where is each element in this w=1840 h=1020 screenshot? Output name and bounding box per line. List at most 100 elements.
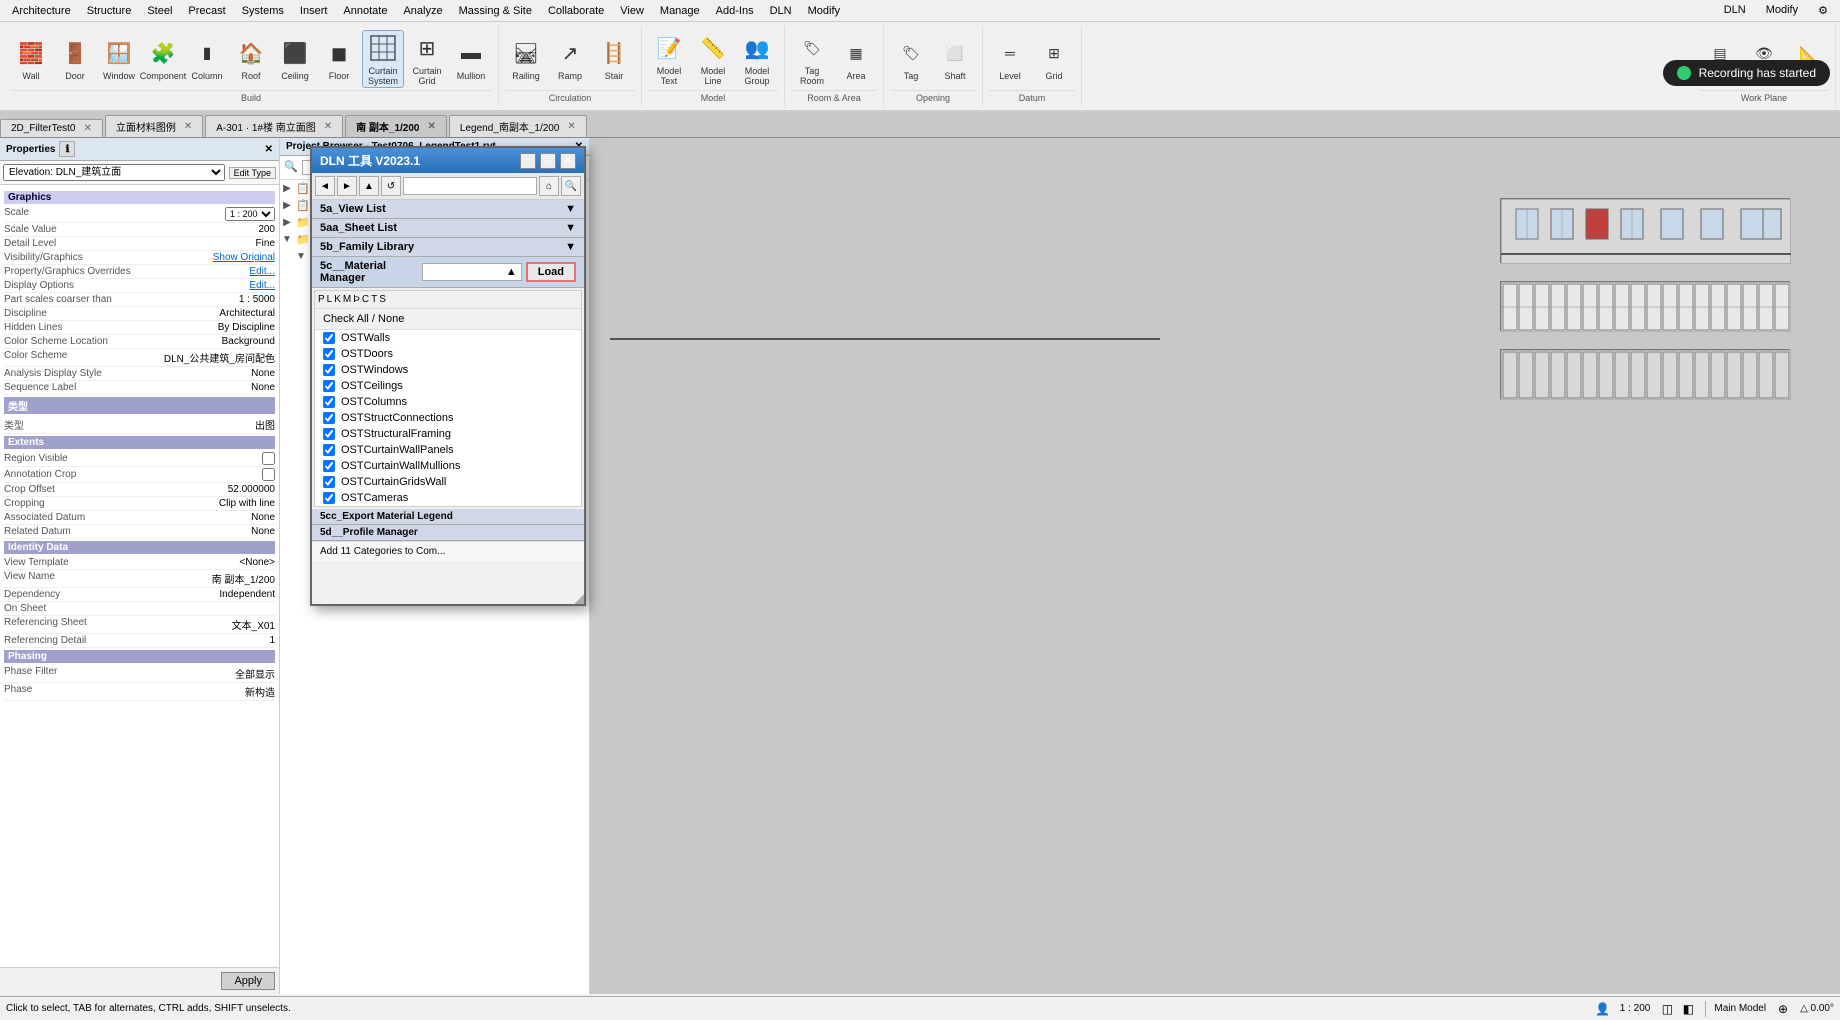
menu-systems[interactable]: Systems <box>234 3 292 19</box>
load-button[interactable]: Load <box>526 262 576 282</box>
menu-manage[interactable]: Manage <box>652 3 708 19</box>
wireframe-btn[interactable]: ◫ <box>1658 1000 1676 1018</box>
view-type-select[interactable]: Elevation: DLN_建筑立面 <box>3 164 225 181</box>
tab-a301[interactable]: A-301 · 1#楼 南立面图 ✕ <box>205 115 343 137</box>
ribbon-btn-model-line[interactable]: 📏 Model Line <box>692 30 734 88</box>
cb-ostwalls[interactable] <box>323 332 335 344</box>
section-export-legend[interactable]: 5cc_Export Material Legend <box>312 509 584 525</box>
material-manager-select[interactable]: ▲ <box>422 263 522 281</box>
menu-modify[interactable]: Modify <box>800 3 848 19</box>
ribbon-btn-railing[interactable]: 🛤 Railing <box>505 30 547 88</box>
apply-btn[interactable]: Apply <box>221 972 275 990</box>
dialog-minimize-btn[interactable]: ─ <box>520 153 536 169</box>
tab-legend[interactable]: Legend_南副本_1/200 ✕ <box>449 115 587 137</box>
section-material-manager[interactable]: 5c__Material Manager ▲ Load <box>312 257 584 288</box>
dialog-maximize-btn[interactable]: □ <box>540 153 556 169</box>
ribbon-btn-tag-room[interactable]: 🏷 Tag Room <box>791 30 833 88</box>
tab-a301-close[interactable]: ✕ <box>324 121 332 132</box>
tab-2d-filter[interactable]: 2D_FilterTest0 ✕ <box>0 119 103 137</box>
ribbon-btn-grid[interactable]: ⊞ Grid <box>1033 30 1075 88</box>
ribbon-btn-stair[interactable]: 🪜 Stair <box>593 30 635 88</box>
edit-type-btn[interactable]: Edit Type <box>229 167 276 179</box>
ribbon-btn-level[interactable]: ═ Level <box>989 30 1031 88</box>
tab-legend-close[interactable]: ✕ <box>567 121 575 132</box>
ribbon-btn-mullion[interactable]: ▬ Mullion <box>450 30 492 88</box>
nav-wheel-icon[interactable]: ⊕ <box>1774 1000 1792 1018</box>
annotation-crop-cb[interactable] <box>262 468 275 481</box>
ribbon-btn-tag[interactable]: 🏷 Tag <box>890 30 932 88</box>
cb-ostceilings[interactable] <box>323 380 335 392</box>
tab-2d-filter-close[interactable]: ✕ <box>83 123 91 134</box>
cb-ostcameras[interactable] <box>323 492 335 504</box>
section-profile-manager[interactable]: 5d__Profile Manager <box>312 525 584 541</box>
display-options-val[interactable]: Edit... <box>249 280 275 291</box>
menu-modify2[interactable]: Modify <box>1758 2 1806 19</box>
graphics-overrides-val[interactable]: Edit... <box>249 266 275 277</box>
dialog-resize-handle[interactable] <box>574 594 584 604</box>
ribbon-btn-ramp[interactable]: ↗ Ramp <box>549 30 591 88</box>
cb-ostcurtaingridswall[interactable] <box>323 476 335 488</box>
menu-dln2[interactable]: DLN <box>1716 2 1754 19</box>
dropdown-item-ostcolumns[interactable]: OSTColumns <box>315 394 581 410</box>
menu-addins[interactable]: Add-Ins <box>708 3 762 19</box>
dropdown-item-ostcameras[interactable]: OSTCameras <box>315 490 581 506</box>
menu-architecture[interactable]: Architecture <box>4 3 79 19</box>
menu-settings-icon[interactable]: ⚙ <box>1810 2 1836 19</box>
cb-ostwindows[interactable] <box>323 364 335 376</box>
cb-ostcurtainwallmullions[interactable] <box>323 460 335 472</box>
tab-facade-material-close[interactable]: ✕ <box>184 121 192 132</box>
properties-info-btn[interactable]: ℹ <box>59 141 75 157</box>
dialog-tb-search[interactable]: 🔍 <box>561 176 581 196</box>
region-visible-cb[interactable] <box>262 452 275 465</box>
hidden-line-btn[interactable]: ◧ <box>1679 1000 1697 1018</box>
tab-facade-material[interactable]: 立面材料图例 ✕ <box>105 115 203 137</box>
ribbon-btn-model-text[interactable]: 📝 Model Text <box>648 30 690 88</box>
tab-south-copy-close[interactable]: ✕ <box>428 121 436 132</box>
dialog-tb-forward[interactable]: ► <box>337 176 357 196</box>
dropdown-item-ostcurtaingridswall[interactable]: OSTCurtainGridsWall <box>315 474 581 490</box>
dropdown-item-ostceilings[interactable]: OSTCeilings <box>315 378 581 394</box>
dropdown-item-ostdoors[interactable]: OSTDoors <box>315 346 581 362</box>
ribbon-btn-curtain-grid[interactable]: ⊞ Curtain Grid <box>406 30 448 88</box>
dialog-tb-home[interactable]: ⌂ <box>539 176 559 196</box>
ribbon-btn-curtain-system[interactable]: Curtain System <box>362 30 404 88</box>
menu-insert[interactable]: Insert <box>292 3 336 19</box>
menu-view[interactable]: View <box>612 3 652 19</box>
dropdown-item-ostcurtainwallpanels[interactable]: OSTCurtainWallPanels <box>315 442 581 458</box>
dialog-tb-up[interactable]: ▲ <box>359 176 379 196</box>
check-all-none-btn[interactable]: Check All / None <box>315 309 581 330</box>
ribbon-btn-window[interactable]: 🪟 Window <box>98 30 140 88</box>
cb-oststructconn[interactable] <box>323 412 335 424</box>
dropdown-item-oststructframing[interactable]: OSTStructuralFraming <box>315 426 581 442</box>
menu-massing[interactable]: Massing & Site <box>451 3 540 19</box>
cb-ostcurtainwallpanels[interactable] <box>323 444 335 456</box>
cb-oststructframing[interactable] <box>323 428 335 440</box>
ribbon-btn-shaft[interactable]: ⬜ Shaft <box>934 30 976 88</box>
ribbon-btn-column[interactable]: ▮ Column <box>186 30 228 88</box>
menu-annotate[interactable]: Annotate <box>335 3 395 19</box>
dropdown-item-ostwalls[interactable]: OSTWalls <box>315 330 581 346</box>
menu-precast[interactable]: Precast <box>180 3 233 19</box>
section-sheet-list[interactable]: 5aa_Sheet List ▼ <box>312 219 584 238</box>
dropdown-item-ostwindows[interactable]: OSTWindows <box>315 362 581 378</box>
ribbon-btn-floor[interactable]: ◼ Floor <box>318 30 360 88</box>
section-view-list[interactable]: 5a_View List ▼ <box>312 200 584 219</box>
menu-dln[interactable]: DLN <box>762 3 800 19</box>
section-family-library[interactable]: 5b_Family Library ▼ <box>312 238 584 257</box>
ribbon-btn-door[interactable]: 🚪 Door <box>54 30 96 88</box>
ribbon-btn-model-group[interactable]: 👥 Model Group <box>736 30 778 88</box>
ribbon-btn-component[interactable]: 🧩 Component <box>142 30 184 88</box>
menu-collaborate[interactable]: Collaborate <box>540 3 612 19</box>
cb-ostdoors[interactable] <box>323 348 335 360</box>
dropdown-item-oststructconn[interactable]: OSTStructConnections <box>315 410 581 426</box>
cb-ostcolumns[interactable] <box>323 396 335 408</box>
ribbon-btn-roof[interactable]: 🏠 Roof <box>230 30 272 88</box>
menu-steel[interactable]: Steel <box>139 3 180 19</box>
dialog-tb-back[interactable]: ◄ <box>315 176 335 196</box>
scale-select[interactable]: 1 : 200 <box>225 207 275 221</box>
dropdown-item-ostcurtainwallmullions[interactable]: OSTCurtainWallMullions <box>315 458 581 474</box>
ribbon-btn-wall[interactable]: 🧱 Wall <box>10 30 52 88</box>
ribbon-btn-ceiling[interactable]: ⬛ Ceiling <box>274 30 316 88</box>
visibility-val[interactable]: Show Original <box>213 252 275 263</box>
menu-analyze[interactable]: Analyze <box>395 3 450 19</box>
